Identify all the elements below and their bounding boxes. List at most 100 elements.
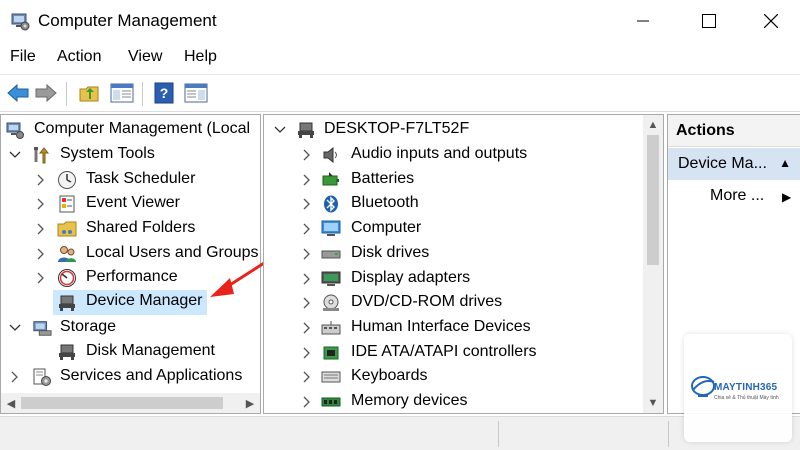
device-category-item[interactable]: Audio inputs and outputs (264, 143, 634, 167)
chevron-right-icon[interactable] (301, 267, 313, 291)
device-category-label: Audio inputs and outputs (351, 145, 528, 162)
device-category-item[interactable]: Bluetooth (264, 192, 634, 216)
tree-item-device-manager[interactable]: Device Manager (53, 290, 207, 315)
device-category-item[interactable]: Computer (264, 217, 634, 241)
tree-item-disk-management[interactable]: Disk Management (1, 340, 260, 364)
chevron-right-icon[interactable] (301, 341, 313, 365)
clock-icon (57, 170, 77, 190)
more-actions-label: More ... (710, 187, 765, 204)
scroll-up-icon[interactable]: ▲ (643, 115, 663, 135)
chevron-right-icon[interactable] (301, 217, 313, 241)
device-category-item[interactable]: Display adapters (264, 267, 634, 291)
help-icon[interactable]: ? (150, 80, 178, 106)
chevron-right-icon[interactable] (301, 168, 313, 192)
scroll-down-icon[interactable]: ▼ (643, 393, 663, 413)
battery-icon (321, 170, 341, 190)
chevron-right-icon[interactable] (301, 291, 313, 315)
tree-item-label: Shared Folders (86, 219, 196, 236)
monitor-icon (321, 219, 341, 239)
scrollbar-thumb[interactable] (647, 135, 659, 265)
toolbar: ? (0, 74, 800, 112)
chevron-down-icon[interactable] (274, 118, 286, 142)
scroll-right-icon[interactable]: ▶ (240, 393, 260, 413)
actions-header: Actions (668, 115, 800, 147)
title-bar: Computer Management (0, 0, 800, 42)
memory-icon (321, 392, 341, 412)
device-category-item[interactable]: Human Interface Devices (264, 316, 634, 340)
chevron-right-icon[interactable] (301, 143, 313, 167)
tree-item-label: Event Viewer (86, 194, 180, 211)
chevron-right-icon[interactable] (9, 365, 21, 389)
chevron-right-icon[interactable] (301, 390, 313, 413)
chevron-right-icon[interactable] (35, 217, 47, 241)
show-hide-action-pane-icon[interactable] (182, 80, 210, 106)
device-category-label: IDE ATA/ATAPI controllers (351, 342, 537, 360)
more-actions[interactable]: More ... ▶ (710, 187, 791, 205)
menu-view[interactable]: View (128, 48, 162, 66)
ide-controller-icon (321, 343, 341, 363)
tree-root-label: Computer Management (Local (34, 120, 251, 137)
bluetooth-icon (321, 194, 341, 214)
svg-text:?: ? (160, 85, 169, 101)
display-adapter-icon (321, 269, 341, 289)
device-category-label: Memory devices (351, 392, 468, 409)
show-hide-console-tree-icon[interactable] (108, 80, 136, 106)
minimize-button[interactable] (612, 0, 674, 42)
actions-device-manager[interactable]: Device Ma... ▲ (668, 148, 800, 180)
back-icon[interactable] (4, 80, 32, 106)
tree-item-task-scheduler[interactable]: Task Scheduler (1, 168, 260, 192)
shared-folder-icon (57, 219, 77, 239)
brand-logo-icon (691, 376, 715, 397)
close-button[interactable] (740, 0, 800, 42)
tree-item-storage[interactable]: Storage (1, 316, 260, 340)
chevron-right-icon[interactable] (301, 365, 313, 389)
performance-gauge-icon (57, 268, 77, 288)
chevron-right-icon[interactable] (301, 242, 313, 266)
chevron-right-icon[interactable] (35, 242, 47, 266)
tree-item-services-and-applications[interactable]: Services and Applications (1, 365, 260, 389)
chevron-right-icon[interactable] (301, 316, 313, 340)
scroll-left-icon[interactable]: ◀ (1, 393, 21, 413)
device-manager-icon (57, 293, 77, 313)
device-category-label: Bluetooth (351, 194, 419, 212)
horizontal-scrollbar[interactable]: ◀ ▶ (1, 393, 260, 413)
window-title: Computer Management (38, 11, 217, 30)
computer-node[interactable]: DESKTOP-F7LT52F (264, 118, 634, 142)
vertical-scrollbar[interactable]: ▲ ▼ (643, 115, 663, 413)
chevron-right-icon[interactable] (35, 168, 47, 192)
device-category-item[interactable]: Keyboards (264, 365, 634, 389)
computer-icon (296, 120, 316, 140)
device-category-label: Display adapters (351, 268, 471, 286)
scrollbar-thumb[interactable] (21, 397, 223, 409)
tree-item-shared-folders[interactable]: Shared Folders (1, 217, 260, 241)
chevron-right-icon[interactable] (301, 192, 313, 216)
device-list-pane: DESKTOP-F7LT52F Audio inputs and outputs… (263, 114, 664, 414)
chevron-down-icon[interactable] (9, 316, 21, 340)
up-folder-icon[interactable] (75, 80, 103, 106)
chevron-right-icon[interactable] (35, 266, 47, 290)
watermark-tagline: Chia sẻ & Thủ thuật Máy tính (714, 395, 779, 401)
chevron-down-icon[interactable] (9, 143, 21, 167)
expand-right-icon: ▶ (782, 190, 792, 204)
device-category-item[interactable]: Disk drives (264, 242, 634, 266)
menu-action[interactable]: Action (57, 48, 101, 66)
device-category-item[interactable]: IDE ATA/ATAPI controllers (264, 341, 634, 365)
tree-item-label: Storage (60, 318, 117, 335)
tree-item-event-viewer[interactable]: Event Viewer (1, 192, 260, 216)
dvd-drive-icon (321, 293, 341, 313)
device-category-item[interactable]: Memory devices (264, 390, 634, 413)
tree-item-system-tools[interactable]: System Tools (1, 143, 260, 167)
computer-name: DESKTOP-F7LT52F (324, 120, 470, 137)
menu-help[interactable]: Help (184, 48, 217, 66)
maximize-button[interactable] (678, 0, 740, 42)
device-category-item[interactable]: DVD/CD-ROM drives (264, 291, 634, 315)
collapse-up-icon[interactable]: ▲ (779, 156, 791, 170)
tree-item-label: Performance (86, 268, 178, 285)
device-category-item[interactable]: Batteries (264, 168, 634, 192)
device-category-label: DVD/CD-ROM drives (351, 293, 503, 311)
menu-file[interactable]: File (10, 48, 36, 66)
forward-icon[interactable] (32, 80, 60, 106)
chevron-right-icon[interactable] (35, 192, 47, 216)
tree-root[interactable]: Computer Management (Local (1, 118, 260, 142)
speaker-icon (321, 145, 341, 165)
